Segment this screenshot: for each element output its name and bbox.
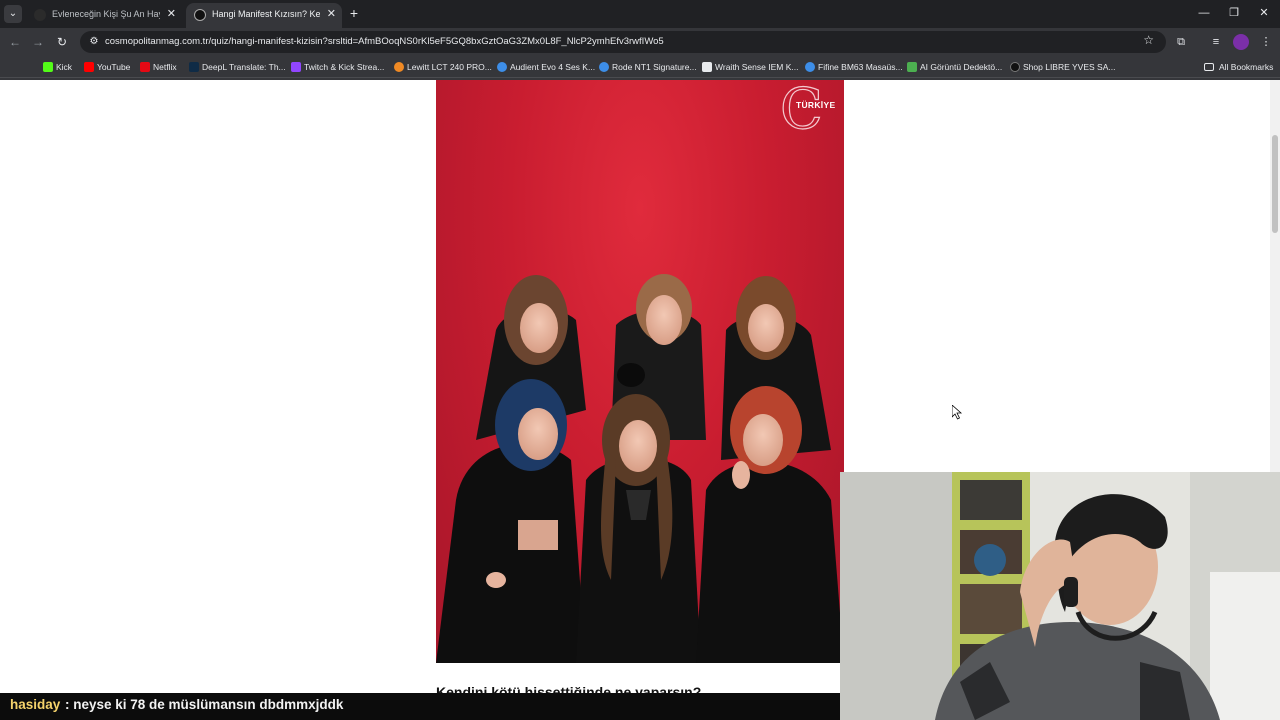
profile-avatar[interactable] <box>1233 34 1249 50</box>
url-text[interactable]: cosmopolitanmag.com.tr/quiz/hangi-manife… <box>105 31 664 53</box>
chat-message: : neyse ki 78 de müslümansın dbdmmxjddk <box>65 697 344 712</box>
kebab-menu-icon[interactable]: ⋮ <box>1257 33 1275 51</box>
reload-icon[interactable]: ↻ <box>53 33 71 51</box>
cosmopolitan-turkiye-logo: C TÜRKİYE <box>779 80 836 142</box>
media-control-icon[interactable]: ≡ <box>1207 33 1225 51</box>
webcam-feed-illustration <box>840 472 1280 720</box>
arrow-left-icon[interactable]: ← <box>6 33 24 51</box>
tab-favicon-icon <box>34 9 46 21</box>
mouse-pointer-icon <box>952 405 963 420</box>
arrow-right-icon[interactable]: → <box>29 33 47 51</box>
bookmark-twitch-kick[interactable]: Twitch & Kick Strea... <box>291 59 384 75</box>
kick-icon <box>43 62 53 72</box>
bookmark-lewitt[interactable]: Lewitt LCT 240 PRO... <box>394 59 492 75</box>
address-bar[interactable]: ⚙ cosmopolitanmag.com.tr/quiz/hangi-mani… <box>80 31 1166 53</box>
tab-label: Evleneceğin Kişi Şu An Hayatın... <box>52 9 160 19</box>
bookmark-rode[interactable]: Rode NT1 Signature... <box>599 59 697 75</box>
webcam-overlay <box>840 472 1280 720</box>
bookmark-kick[interactable]: Kick <box>43 59 72 75</box>
wraith-icon <box>702 62 712 72</box>
browser-chrome: ⌄ Evleneceğin Kişi Şu An Hayatın... ✕ Ha… <box>0 0 1280 80</box>
netflix-icon <box>140 62 150 72</box>
scrollbar-thumb[interactable] <box>1272 135 1278 233</box>
check-badge-icon <box>599 62 609 72</box>
bookmark-deepl[interactable]: DeepL Translate: Th... <box>189 59 286 75</box>
bookmark-libre[interactable]: Shop LIBRE YVES SA... <box>1010 59 1115 75</box>
site-info-tune-icon[interactable]: ⚙ <box>86 34 102 50</box>
bookmark-wraith[interactable]: Wraith Sense IEM K... <box>702 59 798 75</box>
bookmark-youtube[interactable]: YouTube <box>84 59 130 75</box>
all-bookmarks-folder[interactable]: All Bookmarks <box>1204 59 1273 75</box>
minimize-icon[interactable]: — <box>1189 4 1219 22</box>
chat-username: hasiday <box>10 697 61 712</box>
bookmark-netflix[interactable]: Netflix <box>140 59 177 75</box>
new-tab-plus-icon[interactable]: + <box>346 5 362 21</box>
youtube-icon <box>84 62 94 72</box>
window-close-icon[interactable]: ✕ <box>1249 4 1279 22</box>
ai-detector-icon <box>907 62 917 72</box>
check-badge-icon <box>497 62 507 72</box>
folder-icon <box>1204 63 1214 71</box>
tab-label: Hangi Manifest Kızısın? Kendini... <box>212 9 320 19</box>
star-icon[interactable]: ☆ <box>1143 33 1154 47</box>
navigation-toolbar: ← → ↻ ⚙ cosmopolitanmag.com.tr/quiz/hang… <box>0 28 1280 56</box>
restore-icon[interactable]: ❐ <box>1219 4 1249 22</box>
shop-icon <box>394 62 404 72</box>
bookmark-audient[interactable]: Audient Evo 4 Ses K... <box>497 59 595 75</box>
tab-search-chevron-down-icon[interactable]: ⌄ <box>4 5 22 23</box>
bookmarks-bar: Kick YouTube Netflix DeepL Translate: Th… <box>0 56 1280 78</box>
quiz-cover-photo: C TÜRKİYE <box>436 80 844 663</box>
close-icon[interactable]: ✕ <box>167 3 176 25</box>
cosmopolitan-favicon-icon <box>194 9 206 21</box>
bookmark-fifine[interactable]: Fifine BM63 Masaüs... <box>805 59 903 75</box>
tab-strip: ⌄ Evleneceğin Kişi Şu An Hayatın... ✕ Ha… <box>0 0 1280 28</box>
close-icon[interactable]: ✕ <box>327 3 336 25</box>
tab-hangi-manifest[interactable]: Hangi Manifest Kızısın? Kendini... ✕ <box>186 3 342 28</box>
bookmark-ai-detector[interactable]: AI Görüntü Dedektö... <box>907 59 1002 75</box>
group-photo-illustration <box>436 274 844 663</box>
stream-chat-overlay: hasiday : neyse ki 78 de müslümansın dbd… <box>0 693 840 720</box>
libre-icon <box>1010 62 1020 72</box>
tab-evlenecegin[interactable]: Evleneceğin Kişi Şu An Hayatın... ✕ <box>26 3 182 28</box>
check-badge-icon <box>805 62 815 72</box>
twitch-icon <box>291 62 301 72</box>
puzzle-icon[interactable]: ⧉ <box>1172 33 1190 51</box>
deepl-icon <box>189 62 199 72</box>
